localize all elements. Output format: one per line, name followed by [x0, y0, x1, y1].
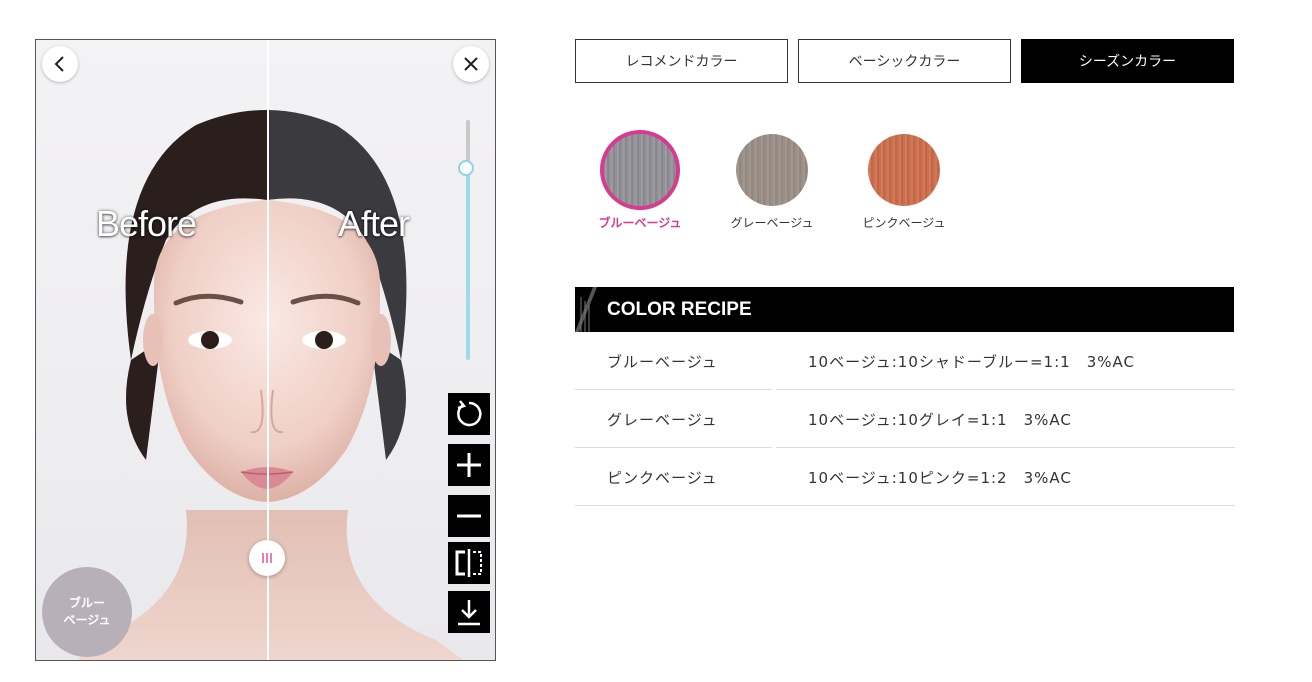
- row-divider: [575, 505, 1235, 506]
- chevron-left-icon: [54, 56, 64, 72]
- row-divider: [776, 389, 1235, 390]
- color-recipe-header: COLOR RECIPE: [575, 287, 1234, 332]
- tab-season-color[interactable]: シーズンカラー: [1021, 39, 1234, 83]
- swatch-label: ピンクベージュ: [862, 216, 946, 230]
- recipe-row: グレーベージュ 10ベージュ:10グレイ=1:1 3%AC: [575, 391, 1235, 448]
- recipe-formula: 10ベージュ:10グレイ=1:1 3%AC: [808, 411, 1072, 429]
- swatch-blue-beige[interactable]: ブルーベージュ: [585, 130, 695, 231]
- zoom-in-icon: [457, 453, 481, 477]
- zoom-out-button[interactable]: [448, 495, 490, 537]
- compare-button[interactable]: [448, 542, 490, 584]
- recipe-row: ピンクベージュ 10ベージュ:10ピンク=1:2 3%AC: [575, 449, 1235, 506]
- row-divider: [776, 447, 1235, 448]
- intensity-slider[interactable]: [466, 120, 470, 360]
- header-stripes-decoration: [575, 287, 597, 332]
- current-color-line1: ブルー: [68, 596, 105, 610]
- swatch-label: グレーベージュ: [730, 216, 814, 230]
- tab-recommend-color[interactable]: レコメンドカラー: [575, 39, 788, 83]
- reset-icon: [457, 400, 482, 427]
- grip-icon: [262, 553, 272, 563]
- download-icon: [458, 600, 480, 626]
- swatch-circle: [868, 134, 940, 206]
- split-handle[interactable]: [249, 540, 285, 576]
- current-color-badge: ブルー ベージュ: [42, 567, 132, 657]
- hair-color-preview: Before After ブルーベージュ: [35, 39, 496, 661]
- compare-icon: [455, 549, 482, 577]
- swatch-circle: [736, 134, 808, 206]
- close-button[interactable]: [453, 46, 489, 82]
- after-label: After: [338, 203, 410, 244]
- reset-button[interactable]: [448, 393, 490, 435]
- close-icon: [464, 57, 478, 71]
- intensity-slider-knob[interactable]: [458, 160, 474, 176]
- recipe-row: ブルーベージュ 10ベージュ:10シャドーブルー=1:1 3%AC: [575, 333, 1235, 390]
- swatch-pink-beige[interactable]: ピンクベージュ: [849, 134, 959, 231]
- recipe-formula: 10ベージュ:10ピンク=1:2 3%AC: [808, 469, 1072, 487]
- swatch-circle: [600, 130, 680, 210]
- recipe-formula: 10ベージュ:10シャドーブルー=1:1 3%AC: [808, 353, 1135, 371]
- download-button[interactable]: [448, 591, 490, 633]
- recipe-color-name: ピンクベージュ: [607, 469, 718, 487]
- recipe-color-name: グレーベージュ: [607, 411, 718, 429]
- current-color-line2: ベージュ: [63, 613, 111, 627]
- color-recipe-title: COLOR RECIPE: [607, 298, 752, 320]
- recipe-color-name: ブルーベージュ: [607, 353, 718, 371]
- row-divider: [575, 389, 772, 390]
- before-label: Before: [96, 203, 197, 244]
- swatch-label: ブルーベージュ: [598, 216, 682, 230]
- tab-basic-color[interactable]: ベーシックカラー: [798, 39, 1011, 83]
- back-button[interactable]: [42, 46, 78, 82]
- swatch-gray-beige[interactable]: グレーベージュ: [717, 134, 827, 231]
- zoom-in-button[interactable]: [448, 444, 490, 486]
- zoom-out-icon: [457, 514, 481, 518]
- row-divider: [575, 447, 772, 448]
